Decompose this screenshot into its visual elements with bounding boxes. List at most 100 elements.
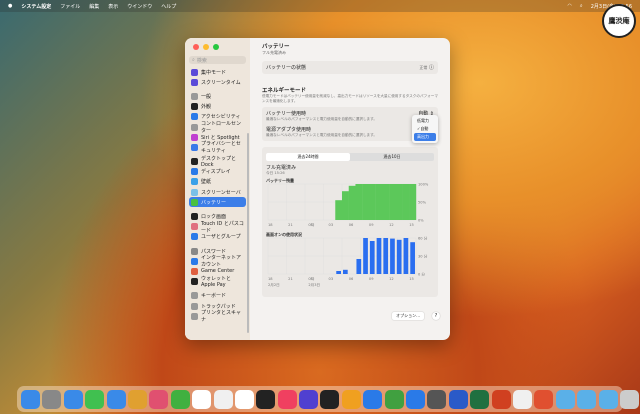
menu-item-low-power[interactable]: 低電力 [414,117,436,125]
dock-app-icon[interactable] [63,389,83,409]
date-label: 2月3日 [308,282,320,287]
usage-bar [376,238,382,274]
sidebar-item-label: ユーザとグループ [201,234,241,241]
minimize-button[interactable] [203,44,209,50]
dock-app-icon[interactable] [320,389,340,409]
search-icon[interactable]: ⌕ [580,3,583,10]
x-tick-label: 06 [349,223,354,227]
dock-app-icon[interactable] [598,389,618,409]
battery-level-bar [355,184,363,220]
settings-window: ⌕ 検索 集中モード スクリーンタイム 一般 外観 アクセシビリティ コントロールセンター S… [185,38,450,340]
sidebar-item-icon [191,247,198,255]
menu-5[interactable]: ヘルプ [161,3,176,10]
dock-app-icon[interactable] [619,389,639,409]
tab-10d[interactable]: 過去10日 [350,153,434,161]
dock-app-icon[interactable] [192,389,212,409]
dock-app-icon[interactable] [512,389,532,409]
menu-0[interactable]: システム設定 [21,3,51,10]
sidebar-item[interactable]: インターネットアカウント [189,255,246,268]
usage-bar [369,241,375,274]
sidebar-item[interactable]: プリンタとスキャナ [189,310,246,323]
sidebar-item-label: デスクトップと Dock [201,156,237,169]
dock-app-icon[interactable] [127,389,147,409]
sidebar-item[interactable]: 壁紙 [189,177,246,187]
sidebar-item-icon [191,113,198,121]
dock-app-icon[interactable] [470,389,490,409]
dock [17,386,639,412]
dock-app-icon[interactable] [299,389,319,409]
dock-app-icon[interactable] [170,389,190,409]
dock-app-icon[interactable] [448,389,468,409]
menu-1[interactable]: ファイル [60,3,80,10]
options-button[interactable]: オプション... [392,312,424,320]
usage-bar [396,239,402,274]
sidebar: ⌕ 検索 集中モード スクリーンタイム 一般 外観 アクセシビリティ コントロールセンター S… [185,38,250,340]
dock-app-icon[interactable] [149,389,169,409]
sidebar-item-icon [191,143,198,151]
info-icon[interactable]: ⓘ [429,65,434,71]
dock-app-icon[interactable] [213,389,233,409]
sidebar-item[interactable]: デスクトップと Dock [189,156,246,169]
usage-bar [336,271,341,274]
sidebar-item[interactable]: キーボード [189,291,246,301]
battery-level-bar [389,184,397,220]
battery-level-bar [382,184,390,220]
menu-item-auto[interactable]: ✓自動 [414,125,436,133]
sidebar-item[interactable]: 集中モード [189,67,246,77]
sidebar-item[interactable]: 外観 [189,102,246,112]
dock-app-icon[interactable] [234,389,254,409]
sidebar-item-icon [191,123,198,131]
energy-mode-menu: 低電力 ✓自動 高出力 [412,115,438,143]
dock-app-icon[interactable] [106,389,126,409]
dock-app-icon[interactable] [277,389,297,409]
sidebar-item-icon [191,302,198,310]
dock-app-icon[interactable] [21,389,40,409]
search-input[interactable]: ⌕ 検索 [189,56,246,64]
sidebar-item[interactable]: 一般 [189,91,246,101]
sidebar-item-icon [191,78,198,86]
sidebar-item[interactable]: バッテリー [189,197,246,208]
tab-24h[interactable]: 過去24時間 [266,153,350,161]
sidebar-item[interactable]: スクリーンタイム [189,77,246,87]
sidebar-item-label: 外観 [201,104,212,111]
sidebar-item[interactable]: Touch ID とパスコード [189,221,246,234]
dock-app-icon[interactable] [85,389,105,409]
energy-mode-title: エネルギーモード [262,88,307,94]
sidebar-item[interactable]: ディスプレイ [189,167,246,177]
dock-app-icon[interactable] [384,389,404,409]
y-tick-label: 0% [418,219,424,223]
charged-label: フル充電済み [266,165,297,171]
dock-app-icon[interactable] [555,389,575,409]
sidebar-item[interactable]: スクリーンセーバ [189,187,246,197]
sidebar-scrollbar[interactable] [247,133,249,333]
wifi-icon[interactable]: ◠ [568,3,572,10]
usage-bar [390,238,395,274]
zoom-button[interactable] [213,44,219,50]
dock-app-icon[interactable] [577,389,597,409]
logo-text: 鷹渋庵 [608,17,630,25]
dock-app-icon[interactable] [406,389,426,409]
sidebar-item[interactable]: ユーザとグループ [189,232,246,242]
dock-app-icon[interactable] [427,389,447,409]
sidebar-item[interactable]: プライバシーとセキュリティ [189,141,246,154]
dock-app-icon[interactable] [42,389,62,409]
battery-level-bar [368,184,376,220]
dock-app-icon[interactable] [491,389,511,409]
apple-menu-icon[interactable]: ● [8,3,12,9]
y-tick-label: 60 分 [418,236,428,241]
menu-item-high-power[interactable]: 高出力 [414,133,436,141]
menu-4[interactable]: ウインドウ [127,3,152,10]
sidebar-item-label: 一般 [201,93,212,100]
help-button[interactable]: ? [432,312,440,320]
dock-app-icon[interactable] [534,389,554,409]
sidebar-item[interactable]: コントロールセンター [189,121,246,134]
menu-2[interactable]: 編集 [89,3,99,10]
dock-app-icon[interactable] [256,389,276,409]
close-button[interactable] [193,44,199,50]
dock-app-icon[interactable] [363,389,383,409]
menu-3[interactable]: 表示 [108,3,118,10]
x-tick-label: 03 [329,277,334,281]
dock-app-icon[interactable] [341,389,361,409]
sidebar-item[interactable]: ウォレットと Apple Pay [189,276,246,288]
chart-title: 画面オンの使用状況 [266,231,302,237]
